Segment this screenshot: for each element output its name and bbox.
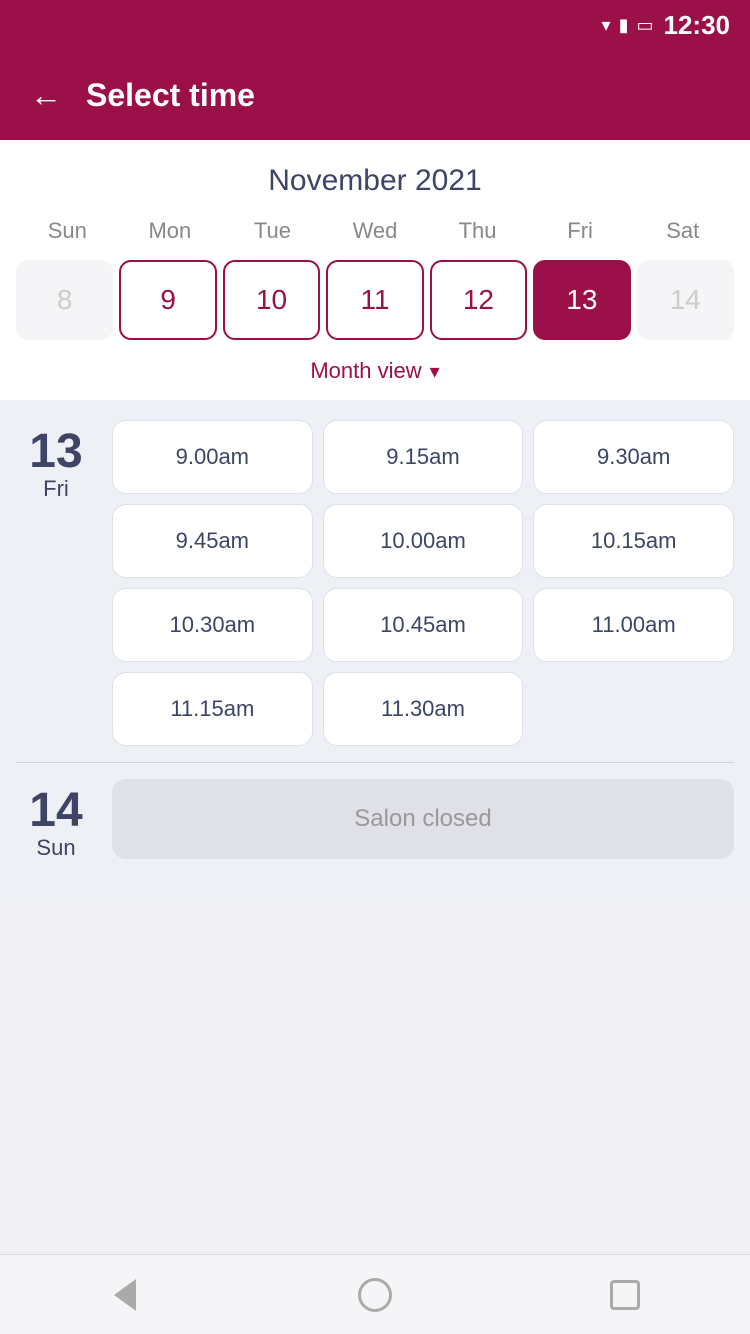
day-14-block: 14 Sun Salon closed <box>16 779 734 881</box>
time-slot-930am[interactable]: 9.30am <box>533 420 734 494</box>
time-slot-1030am[interactable]: 10.30am <box>112 588 313 662</box>
time-slot-1000am[interactable]: 10.00am <box>323 504 524 578</box>
time-slot-1100am[interactable]: 11.00am <box>533 588 734 662</box>
page-title: Select time <box>86 77 255 114</box>
time-slot-915am[interactable]: 9.15am <box>323 420 524 494</box>
weekday-tue: Tue <box>221 214 324 248</box>
status-bar: ▾ ▮ ▭ 12:30 <box>0 0 750 50</box>
weekday-row: Sun Mon Tue Wed Thu Fri Sat <box>16 214 734 248</box>
weekday-sat: Sat <box>631 214 734 248</box>
status-icons: ▾ ▮ ▭ <box>602 15 654 36</box>
status-time: 12:30 <box>664 10 731 41</box>
time-slot-1015am[interactable]: 10.15am <box>533 504 734 578</box>
day-13-block: 13 Fri 9.00am 9.15am 9.30am 9.45am 10.00… <box>16 420 734 746</box>
time-section: 13 Fri 9.00am 9.15am 9.30am 9.45am 10.00… <box>0 400 750 901</box>
day-14-number: 14 <box>29 787 82 835</box>
nav-recent-button[interactable] <box>600 1270 650 1320</box>
time-slot-1130am[interactable]: 11.30am <box>323 672 524 746</box>
weekday-wed: Wed <box>324 214 427 248</box>
day-11[interactable]: 11 <box>326 260 423 340</box>
back-button[interactable]: ← <box>30 79 62 111</box>
app-header: ← Select time <box>0 50 750 140</box>
day-13[interactable]: 13 <box>533 260 630 340</box>
weekday-thu: Thu <box>426 214 529 248</box>
bottom-nav <box>0 1254 750 1334</box>
time-slot-1115am[interactable]: 11.15am <box>112 672 313 746</box>
day-13-number: 13 <box>29 428 82 476</box>
section-divider <box>16 762 734 763</box>
month-view-toggle[interactable]: Month view ▾ <box>16 344 734 400</box>
home-nav-icon <box>358 1278 392 1312</box>
day-10[interactable]: 10 <box>223 260 320 340</box>
day-12[interactable]: 12 <box>430 260 527 340</box>
back-nav-icon <box>114 1279 136 1311</box>
battery-icon: ▭ <box>636 15 653 36</box>
nav-back-button[interactable] <box>100 1270 150 1320</box>
day-13-name: Fri <box>43 476 69 502</box>
day-13-label: 13 Fri <box>16 420 96 746</box>
day-9[interactable]: 9 <box>119 260 216 340</box>
chevron-down-icon: ▾ <box>430 359 440 384</box>
wifi-icon: ▾ <box>602 15 611 36</box>
weekday-fri: Fri <box>529 214 632 248</box>
day-14: 14 <box>637 260 734 340</box>
calendar-section: November 2021 Sun Mon Tue Wed Thu Fri Sa… <box>0 140 750 400</box>
time-slot-900am[interactable]: 9.00am <box>112 420 313 494</box>
salon-closed-message: Salon closed <box>112 779 734 859</box>
day-14-label: 14 Sun <box>16 779 96 861</box>
recent-nav-icon <box>610 1280 640 1310</box>
time-slot-1045am[interactable]: 10.45am <box>323 588 524 662</box>
time-slot-945am[interactable]: 9.45am <box>112 504 313 578</box>
day-14-name: Sun <box>36 835 75 861</box>
signal-icon: ▮ <box>619 15 629 36</box>
days-row: 8 9 10 11 12 13 14 <box>16 256 734 344</box>
day-8: 8 <box>16 260 113 340</box>
month-year-label: November 2021 <box>16 164 734 198</box>
weekday-mon: Mon <box>119 214 222 248</box>
month-view-label: Month view <box>310 358 421 384</box>
nav-home-button[interactable] <box>350 1270 400 1320</box>
day-13-time-grid: 9.00am 9.15am 9.30am 9.45am 10.00am 10.1… <box>112 420 734 746</box>
weekday-sun: Sun <box>16 214 119 248</box>
